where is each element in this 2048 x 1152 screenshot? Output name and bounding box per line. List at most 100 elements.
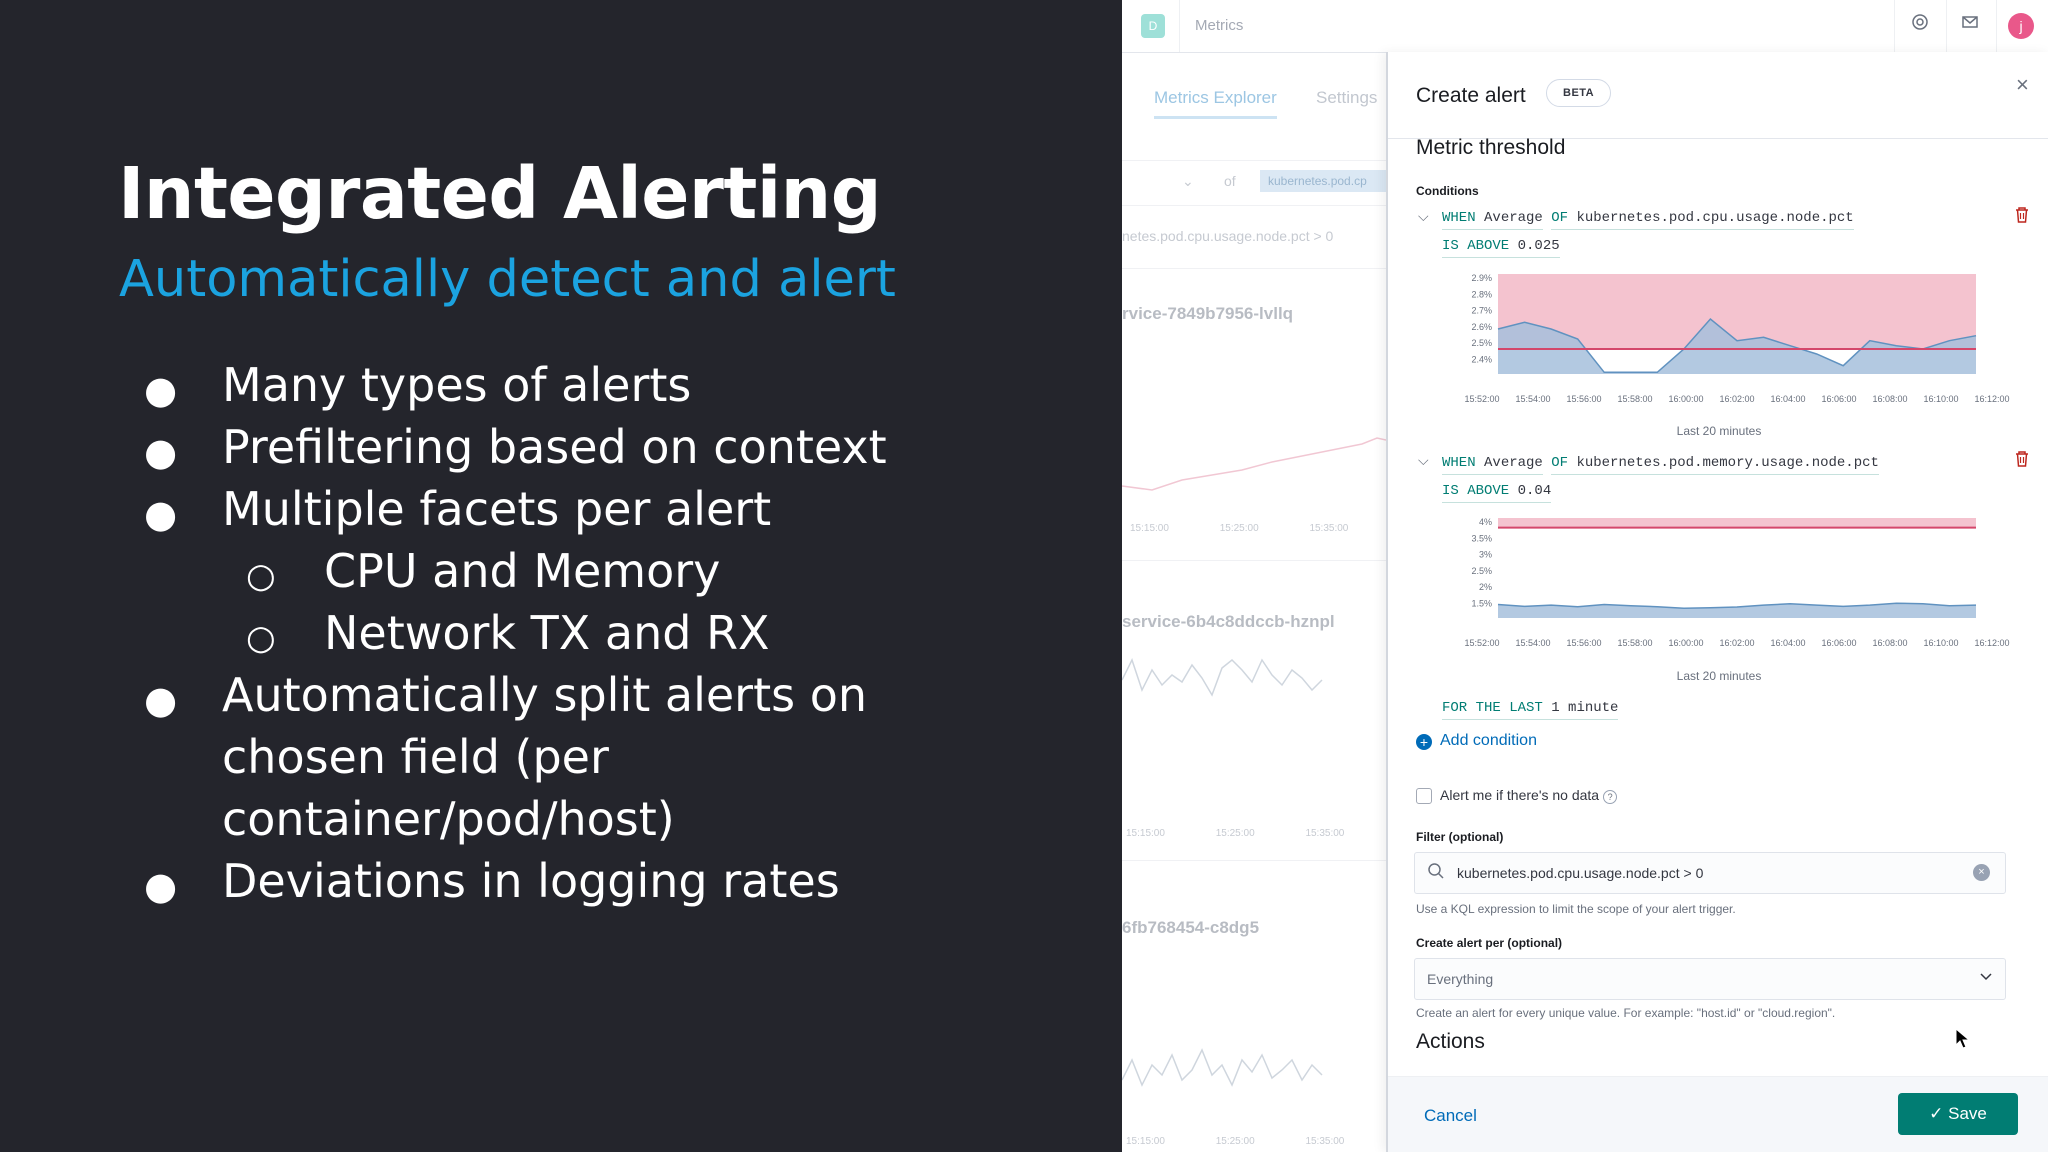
group-by-help: Create an alert for every unique value. … <box>1416 1006 1836 1020</box>
bullet-text: Prefiltering based on context <box>222 420 887 474</box>
bullet-text: container/pod/host) <box>222 792 675 846</box>
conditions-label: Conditions <box>1416 184 1479 198</box>
space-avatar[interactable]: D <box>1141 14 1165 38</box>
divider <box>1996 0 1997 52</box>
question-icon[interactable]: ? <box>1603 790 1618 804</box>
bullet-icon: ● <box>144 430 178 474</box>
metric-field: kubernetes.pod.cpu.usage.node.pct <box>1576 210 1854 226</box>
filter-input[interactable]: kubernetes.pod.cpu.usage.node.pct > 0 × <box>1414 852 2006 894</box>
x-tick-label: 16:02:00 <box>1719 638 1754 648</box>
x-tick-label: 16:08:00 <box>1872 394 1907 404</box>
mail-icon[interactable] <box>1956 12 1984 40</box>
for-the-last-keyword: FOR THE LAST <box>1442 700 1543 716</box>
time-tick: 15:25:00 <box>1215 828 1255 839</box>
sub-bullet-icon: ○ <box>246 618 276 658</box>
time-tick: 15:35:00 <box>1305 1136 1345 1147</box>
y-tick-label: 2.6% <box>1471 322 1492 332</box>
chart-card-title: rvice-7849b7956-lvllq <box>1122 304 1294 323</box>
bullet-text: Automatically split alerts on <box>222 668 867 722</box>
slide-panel: Integrated Alerting Automatically detect… <box>0 0 1122 1152</box>
add-condition-label: Add condition <box>1440 732 1537 749</box>
x-tick-label: 16:02:00 <box>1719 394 1754 404</box>
group-by-select[interactable]: Everything <box>1414 958 2006 1000</box>
slide-subtitle: Automatically detect and alert <box>119 250 896 309</box>
divider <box>1179 0 1180 52</box>
clear-icon[interactable]: × <box>1973 864 1990 881</box>
chevron-down-icon[interactable]: ⌵ <box>1418 452 1429 469</box>
bullet-text: Deviations in logging rates <box>222 854 840 908</box>
bg-line-chart <box>1122 437 1386 491</box>
help-icon[interactable] <box>1906 12 1934 40</box>
bullet-text: chosen field (per <box>222 730 609 784</box>
no-data-text: Alert me if there's no data <box>1440 787 1600 803</box>
flyout-title: Create alert <box>1416 84 1526 107</box>
when-keyword: WHEN <box>1442 210 1476 226</box>
x-tick-label: 16:08:00 <box>1872 638 1907 648</box>
bullet-icon: ● <box>144 678 178 722</box>
divider <box>1122 560 1386 561</box>
x-tick-label: 16:06:00 <box>1821 394 1856 404</box>
time-tick: 15:15:00 <box>1126 828 1165 839</box>
x-tick-label: 15:56:00 <box>1566 638 1601 648</box>
mouse-cursor <box>1955 1027 1971 1056</box>
filter-help: Use a KQL expression to limit the scope … <box>1416 902 1736 916</box>
aggregation: Average <box>1484 210 1543 226</box>
time-tick: 15:35:00 <box>1309 523 1349 534</box>
breadcrumb[interactable]: Metrics <box>1195 17 1243 34</box>
time-tick: 15:15:00 <box>1126 1136 1165 1147</box>
tab-metrics-explorer[interactable]: Metrics Explorer <box>1154 88 1277 119</box>
duration-expression[interactable]: FOR THE LAST 1 minute <box>1442 700 1619 720</box>
divider <box>1894 0 1895 52</box>
check-icon: ✓ <box>1929 1104 1944 1123</box>
top-nav-bar: D Metrics j <box>1122 0 2048 53</box>
metric-chip[interactable]: kubernetes.pod.cp <box>1260 170 1386 192</box>
of-label: of <box>1224 173 1236 189</box>
bullet-icon: ● <box>144 864 178 908</box>
chart-caption: Last 20 minutes <box>1676 424 1762 438</box>
bullet-icon: ● <box>144 368 178 412</box>
duration-value: 1 minute <box>1551 700 1619 716</box>
chevron-down-icon <box>1979 969 1993 988</box>
time-tick: 15:35:00 <box>1305 828 1345 839</box>
search-icon <box>1427 862 1445 885</box>
x-tick-label: 15:58:00 <box>1617 394 1652 404</box>
condition-expression[interactable]: WHEN Average OF kubernetes.pod.memory.us… <box>1442 455 1879 475</box>
flyout-header: Create alert BETA × <box>1388 52 2048 139</box>
save-button[interactable]: ✓ Save <box>1898 1093 2018 1135</box>
threshold-expression[interactable]: IS ABOVE 0.04 <box>1442 483 1552 503</box>
x-tick-label: 16:00:00 <box>1668 394 1703 404</box>
divider <box>1122 860 1386 861</box>
x-tick-label: 16:00:00 <box>1668 638 1703 648</box>
aggregation: Average <box>1484 455 1543 471</box>
trash-icon[interactable] <box>2014 450 2030 473</box>
y-tick-label: 1.5% <box>1471 599 1492 609</box>
group-by-value: Everything <box>1427 971 1494 987</box>
chevron-down-icon[interactable]: ⌵ <box>1418 208 1429 225</box>
x-tick-label: 16:04:00 <box>1770 394 1805 404</box>
chevron-down-icon[interactable]: ⌄ <box>1182 173 1194 190</box>
time-axis: 15:15:00 15:25:00 15:35:00 <box>1126 1136 1376 1147</box>
comparator: IS ABOVE <box>1442 238 1510 254</box>
group-by-label: Create alert per (optional) <box>1416 936 1563 950</box>
bullet-text: Multiple facets per alert <box>222 482 772 536</box>
divider <box>1946 0 1947 52</box>
time-axis: 15:15:00 15:25:00 15:35:00 <box>1126 828 1376 839</box>
cancel-button[interactable]: Cancel <box>1424 1106 1477 1126</box>
tab-settings[interactable]: Settings <box>1316 88 1377 108</box>
sub-bullet-text: Network TX and RX <box>324 606 770 660</box>
when-keyword: WHEN <box>1442 455 1476 471</box>
condition-expression[interactable]: WHEN Average OF kubernetes.pod.cpu.usage… <box>1442 210 1854 230</box>
x-tick-label: 15:54:00 <box>1515 638 1550 648</box>
add-condition-button[interactable]: + Add condition <box>1416 732 1537 750</box>
close-icon[interactable]: × <box>2016 72 2029 98</box>
filter-value: kubernetes.pod.cpu.usage.node.pct > 0 <box>1457 865 1704 881</box>
bg-line-chart <box>1122 658 1323 697</box>
x-tick-label: 16:12:00 <box>1974 638 2009 648</box>
user-avatar[interactable]: j <box>2008 13 2034 39</box>
trash-icon[interactable] <box>2014 206 2030 229</box>
x-tick-label: 15:52:00 <box>1464 394 1499 404</box>
no-data-checkbox[interactable] <box>1416 788 1432 804</box>
cpu-threshold-chart: 2.9% 2.8% 2.7% 2.6% 2.5% 2.4% 15:52:00 15:54:00… <box>1464 274 2010 404</box>
threshold-expression[interactable]: IS ABOVE 0.025 <box>1442 238 1560 258</box>
x-tick-label: 16:10:00 <box>1923 638 1958 648</box>
